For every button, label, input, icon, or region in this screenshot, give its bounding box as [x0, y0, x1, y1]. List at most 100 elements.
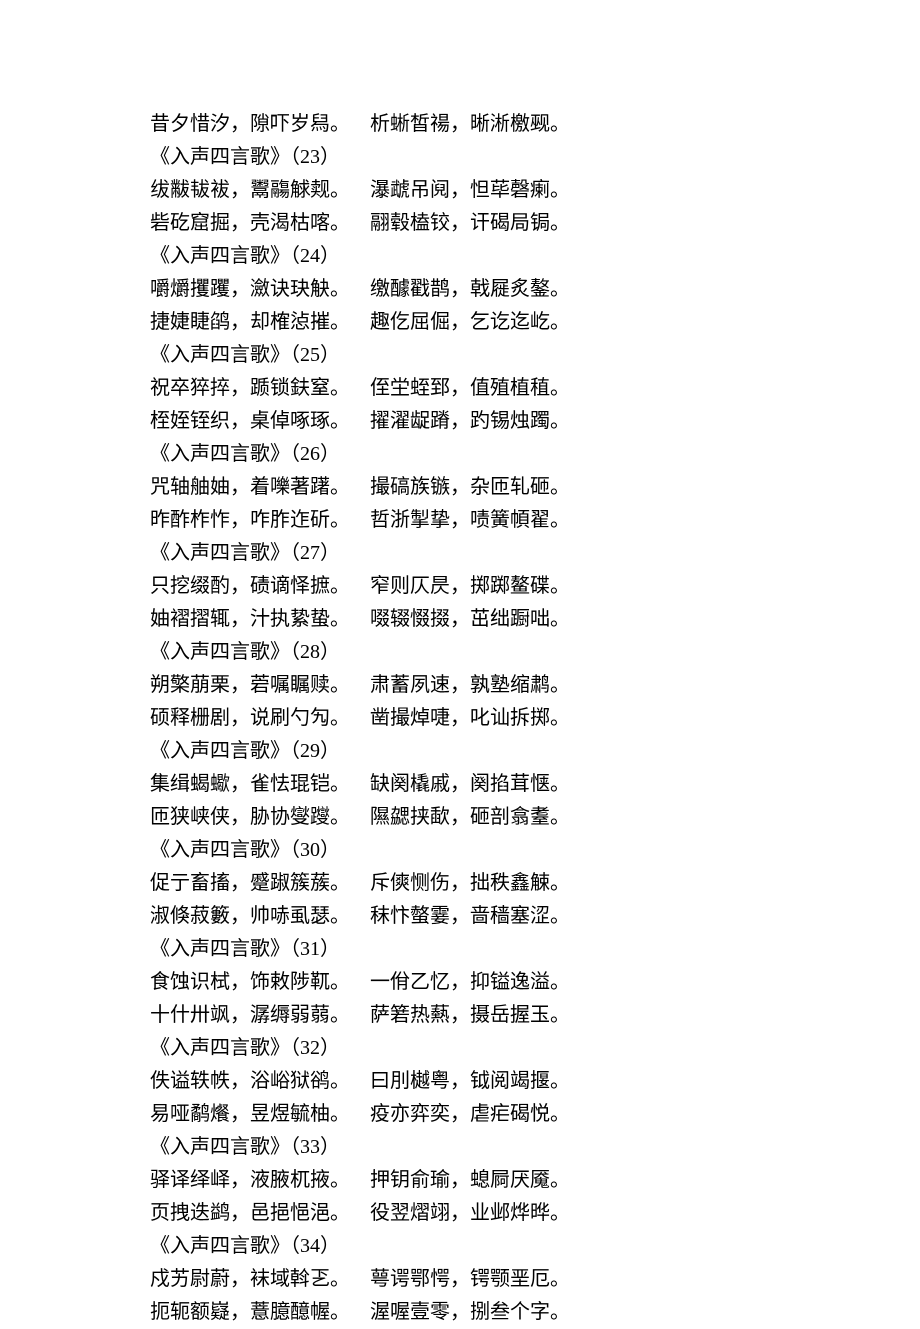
verse-line: 集缉蝎蠍，雀怯琨铠。缺阕橇戚，阕掐茸惬。 — [150, 768, 770, 801]
verse-segment-b: 瀑虣吊阋，怛荜磬瘌。 — [370, 179, 570, 201]
verse-line: 妯褶摺辄，汁执絷蛰。啜辍惙掇，茁绌蹰咄。 — [150, 603, 770, 636]
verse-segment-b: 缴醵戳鹊，戟屣炙鏊。 — [370, 278, 570, 300]
verse-line: 昔夕惜汐，隙吓岁舄。析蜥皙禓，晰淅檄觋。 — [150, 108, 770, 141]
section-title: 《入声四言歌》（29） — [150, 735, 770, 768]
verse-segment-a: 绂黻韨袚，鬻鬺觩觌。 — [150, 179, 350, 201]
title-text: 《入声四言歌》（29） — [150, 740, 340, 762]
verse-segment-b: 曰刖樾粤，钺阅竭揠。 — [370, 1070, 570, 1092]
verse-line: 桎姪铚织，桌倬啄琢。擢濯龊蹐，趵锡烛躅。 — [150, 405, 770, 438]
title-text: 《入声四言歌》（28） — [150, 641, 340, 663]
title-text: 《入声四言歌》（33） — [150, 1136, 340, 1158]
title-text: 《入声四言歌》（24） — [150, 245, 340, 267]
verse-segment-a: 妯褶摺辄，汁执絷蛰。 — [150, 608, 350, 630]
verse-line: 扼轭额嶷，薏臆醷幄。渥喔壹零，捌叁个字。 — [150, 1296, 770, 1329]
section-title: 《入声四言歌》（28） — [150, 636, 770, 669]
verse-segment-a: 祝卒猝捽，踬锁鈇窒。 — [150, 377, 350, 399]
verse-line: 食蚀识栻，饰敕陟靰。一佾乙忆，抑镒逸溢。 — [150, 966, 770, 999]
verse-segment-a: 捷婕睫鹐，却榷惉摧。 — [150, 311, 350, 333]
verse-segment-b: 一佾乙忆，抑镒逸溢。 — [370, 971, 570, 993]
verse-line: 匝狭峡侠，胁协燮躞。隰勰挟歃，砸剖翕耋。 — [150, 801, 770, 834]
verse-line: 页拽迭鹢，邑挹悒浥。役翌熠翊，业邺烨晔。 — [150, 1197, 770, 1230]
verse-segment-b: 役翌熠翊，业邺烨晔。 — [370, 1202, 570, 1224]
verse-segment-b: 渥喔壹零，捌叁个字。 — [370, 1301, 570, 1323]
verse-segment-a: 淑倏菽籔，帅哧虱瑟。 — [150, 905, 350, 927]
verse-segment-a: 集缉蝎蠍，雀怯琨铠。 — [150, 773, 350, 795]
section-title: 《入声四言歌》（30） — [150, 834, 770, 867]
section-title: 《入声四言歌》（27） — [150, 537, 770, 570]
verse-segment-b: 萨箬热爇，摄岳握玉。 — [370, 1004, 570, 1026]
verse-segment-a: 十什卅飒，潺缛弱蒻。 — [150, 1004, 350, 1026]
verse-line: 只挖缀酌，碛谪怿摭。窄则仄昃，掷踯鳌碟。 — [150, 570, 770, 603]
verse-segment-a: 咒轴舳妯，着嚛著躇。 — [150, 476, 350, 498]
verse-line: 嚼爝攫躩，瀲诀玦觖。缴醵戳鹊，戟屣炙鏊。 — [150, 273, 770, 306]
verse-line: 绂黻韨袚，鬻鬺觩觌。瀑虣吊阋，怛荜磬瘌。 — [150, 174, 770, 207]
verse-line: 朔檠萠栗，菪嘱瞩赎。肃蓄夙速，孰塾缩鹔。 — [150, 669, 770, 702]
verse-segment-b: 肃蓄夙速，孰塾缩鹔。 — [370, 674, 570, 696]
title-text: 《入声四言歌》（31） — [150, 938, 340, 960]
verse-segment-a: 佚谥轶帙，浴峪狱鹆。 — [150, 1070, 350, 1092]
verse-segment-b: 哲浙掣挚，啧簧幁翟。 — [370, 509, 570, 531]
title-text: 《入声四言歌》（34） — [150, 1235, 340, 1257]
verse-segment-a: 易哑鹬爘，昱煜毓柚。 — [150, 1103, 350, 1125]
verse-segment-a: 昨酢柞怍，咋胙迮斫。 — [150, 509, 350, 531]
verse-segment-b: 秣忭螫霎，啬穑塞涩。 — [370, 905, 570, 927]
verse-line: 昨酢柞怍，咋胙迮斫。哲浙掣挚，啧簧幁翟。 — [150, 504, 770, 537]
verse-segment-a: 砦矻窟掘，壳渴枯喀。 — [150, 212, 350, 234]
verse-segment-a: 戍艻尉蔚，袜域斡乤。 — [150, 1268, 350, 1290]
verse-line: 咒轴舳妯，着嚛著躇。撮碻族镞，杂匝轧砸。 — [150, 471, 770, 504]
verse-segment-b: 撮碻族镞，杂匝轧砸。 — [370, 476, 570, 498]
verse-segment-a: 嚼爝攫躩，瀲诀玦觖。 — [150, 278, 350, 300]
verse-segment-b: 啜辍惙掇，茁绌蹰咄。 — [370, 608, 570, 630]
verse-line: 戍艻尉蔚，袜域斡乤。萼谔鄂愕，锷颚垩厄。 — [150, 1263, 770, 1296]
section-title: 《入声四言歌》（31） — [150, 933, 770, 966]
verse-line: 砦矻窟掘，壳渴枯喀。翮毂榼铰，讦碣局锔。 — [150, 207, 770, 240]
verse-segment-a: 朔檠萠栗，菪嘱瞩赎。 — [150, 674, 350, 696]
verse-segment-b: 斥傸恻伤，拙秩鑫觫。 — [370, 872, 570, 894]
verse-segment-b: 翮毂榼铰，讦碣局锔。 — [370, 212, 570, 234]
verse-line: 佚谥轶帙，浴峪狱鹆。曰刖樾粤，钺阅竭揠。 — [150, 1065, 770, 1098]
verse-segment-b: 趣仡屈倔，乞讫迄屹。 — [370, 311, 570, 333]
verse-line: 硕释栅剧，说刷勺勼。凿撮焯啑，叱讪拆掷。 — [150, 702, 770, 735]
verse-segment-a: 扼轭额嶷，薏臆醷幄。 — [150, 1301, 350, 1323]
title-text: 《入声四言歌》（25） — [150, 344, 340, 366]
section-title: 《入声四言歌》（24） — [150, 240, 770, 273]
verse-segment-a: 硕释栅剧，说刷勺勼。 — [150, 707, 350, 729]
verse-segment-a: 匝狭峡侠，胁协燮躞。 — [150, 806, 350, 828]
verse-segment-b: 侄坣蛭郅，值殖植稙。 — [370, 377, 570, 399]
verse-segment-b: 析蜥皙禓，晰淅檄觋。 — [370, 113, 570, 135]
section-title: 《入声四言歌》（33） — [150, 1131, 770, 1164]
title-text: 《入声四言歌》（27） — [150, 542, 340, 564]
document-page: 昔夕惜汐，隙吓岁舄。析蜥皙禓，晰淅檄觋。《入声四言歌》（23） 绂黻韨袚，鬻鬺觩觌… — [0, 0, 920, 1329]
verse-segment-b: 隰勰挟歃，砸剖翕耋。 — [370, 806, 570, 828]
verse-segment-b: 萼谔鄂愕，锷颚垩厄。 — [370, 1268, 570, 1290]
title-text: 《入声四言歌》（30） — [150, 839, 340, 861]
section-title: 《入声四言歌》（32） — [150, 1032, 770, 1065]
verse-segment-a: 昔夕惜汐，隙吓岁舄。 — [150, 113, 350, 135]
verse-segment-b: 擢濯龊蹐，趵锡烛躅。 — [370, 410, 570, 432]
verse-segment-b: 疫亦弈奕，虐疟碣悦。 — [370, 1103, 570, 1125]
section-title: 《入声四言歌》（23） — [150, 141, 770, 174]
verse-segment-a: 促亍畜搐，蹙踧簇蔟。 — [150, 872, 350, 894]
verse-line: 十什卅飒，潺缛弱蒻。萨箬热爇，摄岳握玉。 — [150, 999, 770, 1032]
verse-segment-b: 押钥俞瑜，螅屙厌魇。 — [370, 1169, 570, 1191]
verse-segment-a: 页拽迭鹢，邑挹悒浥。 — [150, 1202, 350, 1224]
verse-segment-a: 桎姪铚织，桌倬啄琢。 — [150, 410, 350, 432]
verse-line: 捷婕睫鹐，却榷惉摧。趣仡屈倔，乞讫迄屹。 — [150, 306, 770, 339]
verse-segment-b: 缺阕橇戚，阕掐茸惬。 — [370, 773, 570, 795]
verse-segment-a: 食蚀识栻，饰敕陟靰。 — [150, 971, 350, 993]
section-title: 《入声四言歌》（25） — [150, 339, 770, 372]
verse-segment-b: 窄则仄昃，掷踯鳌碟。 — [370, 575, 570, 597]
verse-segment-b: 凿撮焯啑，叱讪拆掷。 — [370, 707, 570, 729]
verse-segment-a: 驿译绎峄，液腋杌掖。 — [150, 1169, 350, 1191]
verse-segment-a: 只挖缀酌，碛谪怿摭。 — [150, 575, 350, 597]
verse-line: 易哑鹬爘，昱煜毓柚。疫亦弈奕，虐疟碣悦。 — [150, 1098, 770, 1131]
verse-line: 驿译绎峄，液腋杌掖。押钥俞瑜，螅屙厌魇。 — [150, 1164, 770, 1197]
title-text: 《入声四言歌》（32） — [150, 1037, 340, 1059]
title-text: 《入声四言歌》（23） — [150, 146, 340, 168]
section-title: 《入声四言歌》（26） — [150, 438, 770, 471]
section-title: 《入声四言歌》（34） — [150, 1230, 770, 1263]
verse-line: 淑倏菽籔，帅哧虱瑟。秣忭螫霎，啬穑塞涩。 — [150, 900, 770, 933]
verse-line: 促亍畜搐，蹙踧簇蔟。斥傸恻伤，拙秩鑫觫。 — [150, 867, 770, 900]
verse-line: 祝卒猝捽，踬锁鈇窒。侄坣蛭郅，值殖植稙。 — [150, 372, 770, 405]
title-text: 《入声四言歌》（26） — [150, 443, 340, 465]
